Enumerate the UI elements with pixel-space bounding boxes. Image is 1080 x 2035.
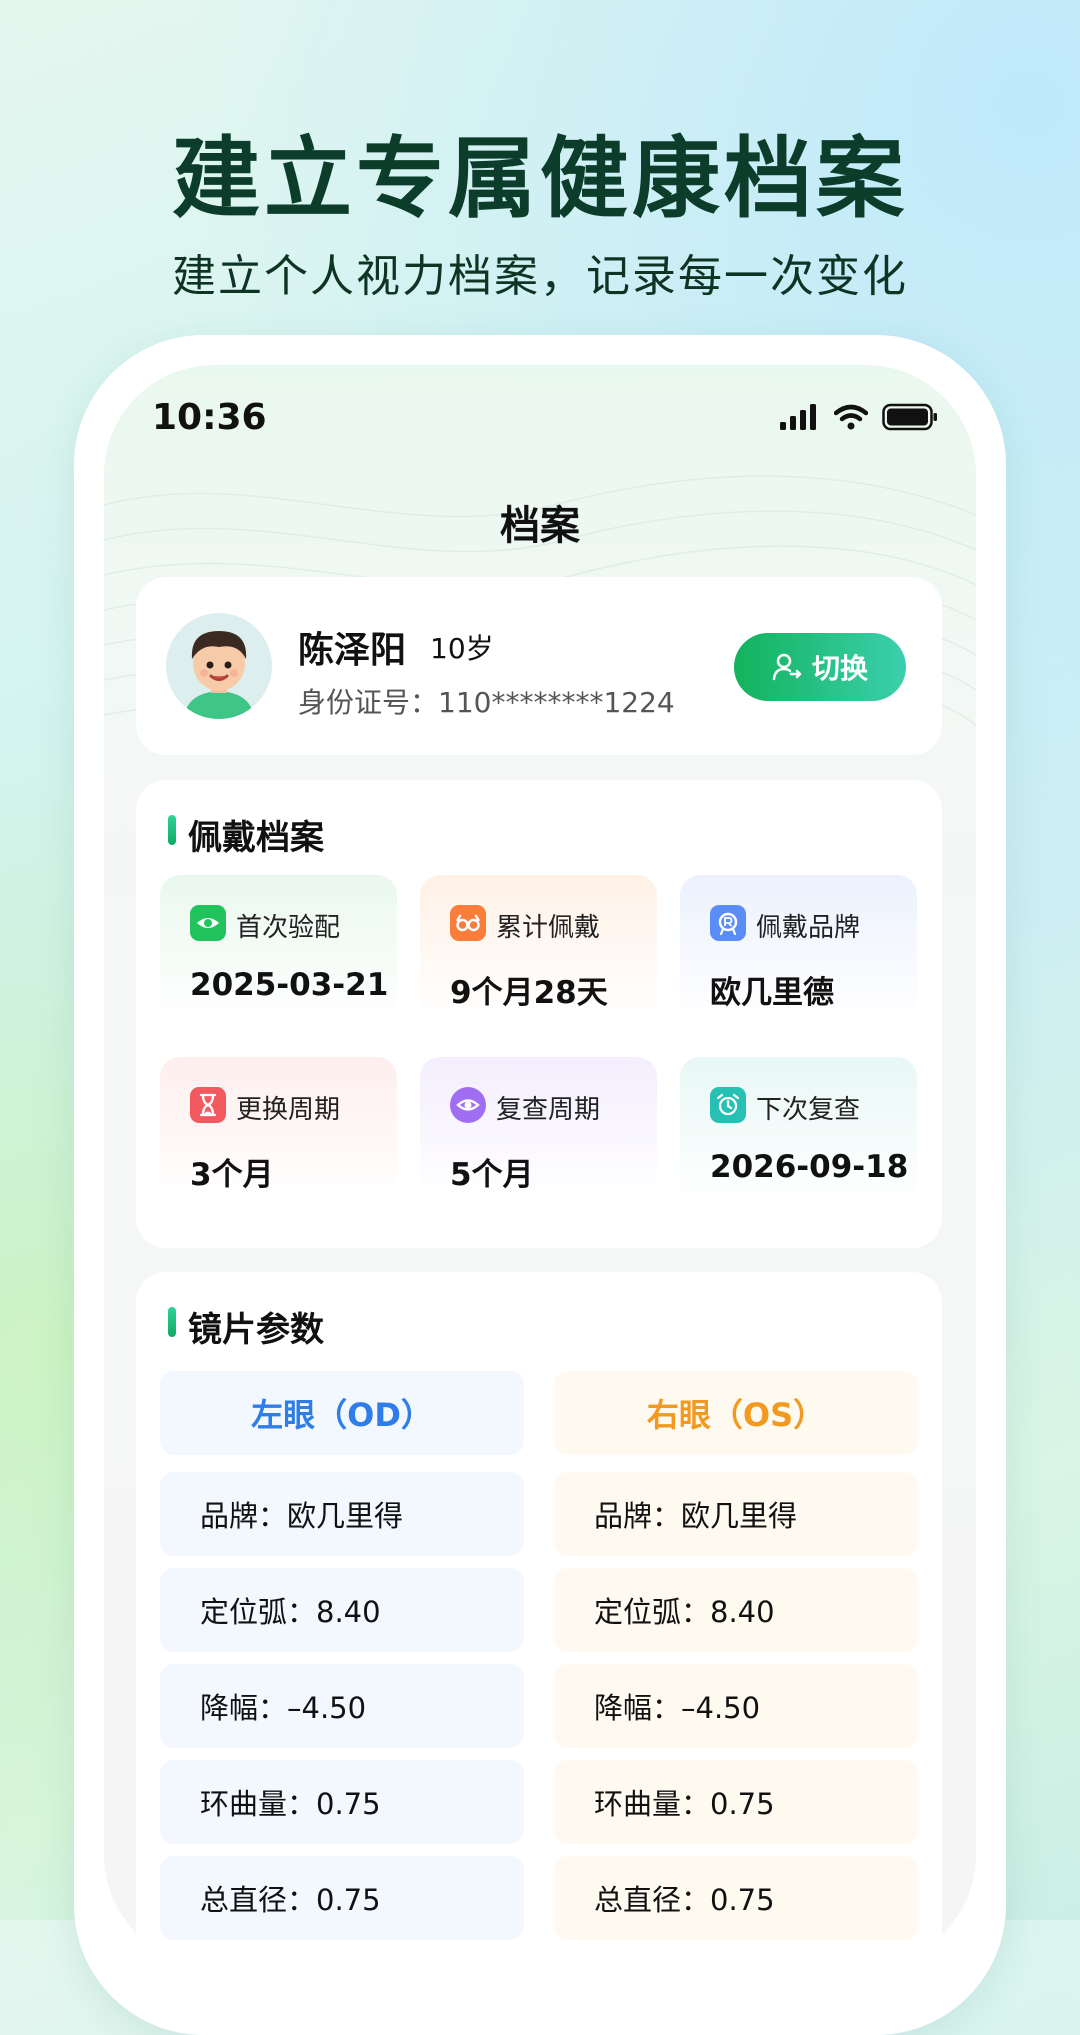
status-time: 10:36 [152, 397, 267, 438]
profile-name: 陈泽阳 [298, 630, 407, 671]
brand-icon [710, 905, 746, 941]
tile-value: 2026-09-18 [710, 1149, 909, 1185]
section-accent-bar [168, 815, 176, 845]
tile-label: 累计佩戴 [496, 913, 601, 943]
glasses-icon [450, 905, 486, 941]
tile-next-recheck[interactable]: 下次复查 2026-09-18 [680, 1057, 917, 1202]
tile-label: 佩戴品牌 [756, 913, 861, 943]
lens-params-title: 镜片参数 [188, 1310, 324, 1350]
right-reduction: 降幅：–4.50 [554, 1664, 918, 1748]
right-toric-amount: 环曲量：0.75 [554, 1760, 918, 1844]
tile-label: 下次复查 [756, 1095, 861, 1125]
lens-params-card: 镜片参数 左眼（OD） 右眼（OS） 品牌：欧几里得 品牌：欧几里得 定位弧：8… [136, 1272, 942, 1965]
tile-value: 5个月 [450, 1157, 534, 1193]
eye-scan-icon [450, 1087, 486, 1123]
battery-icon [882, 403, 937, 431]
wear-archive-card: 佩戴档案 首次验配 2025-03-21 累计佩戴 9个月28天 佩戴品牌 欧几… [136, 780, 942, 1248]
alarm-icon [710, 1087, 746, 1123]
avatar-image [184, 631, 254, 719]
tile-value: 3个月 [190, 1157, 274, 1193]
signal-icon [780, 404, 816, 430]
tile-value: 2025-03-21 [190, 967, 389, 1003]
left-eye-header: 左眼（OD） [160, 1371, 524, 1455]
switch-label: 切换 [811, 652, 868, 685]
tile-replace-cycle[interactable]: 更换周期 3个月 [160, 1057, 397, 1202]
tile-label: 更换周期 [236, 1095, 341, 1125]
left-reduction: 降幅：–4.50 [160, 1664, 524, 1748]
tile-label: 首次验配 [236, 913, 341, 943]
section-accent-bar [168, 1307, 176, 1337]
wifi-icon [834, 404, 868, 430]
user-switch-icon [772, 653, 802, 681]
tile-brand[interactable]: 佩戴品牌 欧几里德 [680, 875, 917, 1020]
right-eye-header: 右眼（OS） [554, 1371, 918, 1455]
phone-screen: 10:36 档案 陈泽阳 10岁 身份证号：110********1224 切换… [104, 365, 976, 1965]
profile-id: 身份证号：110********1224 [298, 681, 675, 721]
id-label: 身份证号： [298, 686, 439, 719]
left-toric-amount: 环曲量：0.75 [160, 1760, 524, 1844]
right-brand: 品牌：欧几里得 [554, 1472, 918, 1556]
tile-value: 欧几里德 [710, 975, 834, 1011]
eye-icon [190, 905, 226, 941]
profile-card: 陈泽阳 10岁 身份证号：110********1224 切换 [136, 577, 942, 755]
right-positioning-arc: 定位弧：8.40 [554, 1568, 918, 1652]
tile-label: 复查周期 [496, 1095, 601, 1125]
hourglass-icon [190, 1087, 226, 1123]
avatar[interactable] [166, 613, 272, 719]
page-title: 档案 [500, 503, 580, 549]
profile-age: 10岁 [430, 632, 494, 665]
right-total-diameter: 总直径：0.75 [554, 1856, 918, 1940]
tile-first-fitting[interactable]: 首次验配 2025-03-21 [160, 875, 397, 1020]
tile-recheck-cycle[interactable]: 复查周期 5个月 [420, 1057, 657, 1202]
id-value: 110********1224 [438, 686, 675, 719]
switch-profile-button[interactable]: 切换 [734, 633, 906, 701]
tile-total-wear[interactable]: 累计佩戴 9个月28天 [420, 875, 657, 1020]
status-icons [780, 403, 938, 431]
left-brand: 品牌：欧几里得 [160, 1472, 524, 1556]
left-total-diameter: 总直径：0.75 [160, 1856, 524, 1940]
left-positioning-arc: 定位弧：8.40 [160, 1568, 524, 1652]
wear-archive-title: 佩戴档案 [188, 818, 324, 858]
promo-headline: 建立专属健康档案 [171, 127, 908, 230]
promo-subline: 建立个人视力档案，记录每一次变化 [172, 251, 908, 302]
tile-value: 9个月28天 [450, 975, 608, 1011]
